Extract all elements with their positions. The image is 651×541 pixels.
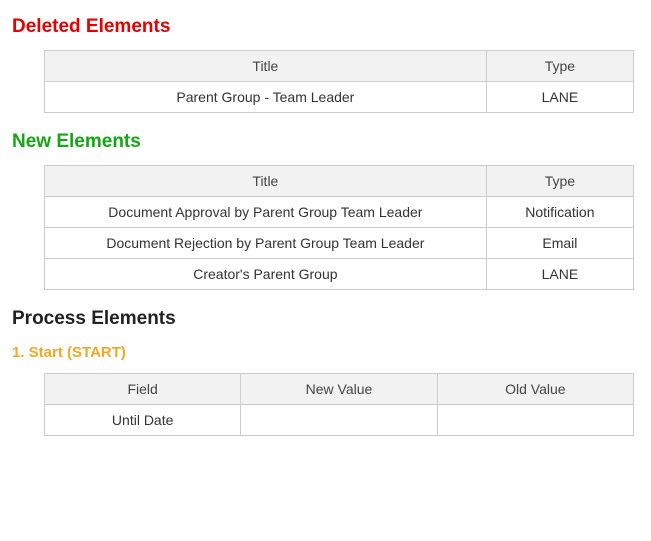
deleted-elements-table: Title Type Parent Group - Team Leader LA…	[44, 50, 634, 113]
table-row: Document Approval by Parent Group Team L…	[45, 197, 634, 228]
col-header-title: Title	[45, 166, 487, 197]
start-subheading: 1. Start (START)	[12, 344, 639, 361]
col-header-type: Type	[486, 166, 633, 197]
cell-type: Email	[486, 228, 633, 259]
cell-oldvalue	[437, 405, 633, 436]
cell-title: Document Rejection by Parent Group Team …	[45, 228, 487, 259]
cell-type: LANE	[486, 82, 633, 113]
col-header-oldvalue: Old Value	[437, 374, 633, 405]
cell-title: Document Approval by Parent Group Team L…	[45, 197, 487, 228]
deleted-elements-heading: Deleted Elements	[12, 16, 639, 38]
new-table-wrap: Title Type Document Approval by Parent G…	[12, 165, 639, 290]
cell-type: LANE	[486, 259, 633, 290]
new-elements-heading: New Elements	[12, 131, 639, 153]
col-header-newvalue: New Value	[241, 374, 437, 405]
col-header-field: Field	[45, 374, 241, 405]
cell-type: Notification	[486, 197, 633, 228]
table-row: Creator's Parent Group LANE	[45, 259, 634, 290]
cell-field: Until Date	[45, 405, 241, 436]
table-row: Document Rejection by Parent Group Team …	[45, 228, 634, 259]
cell-newvalue	[241, 405, 437, 436]
process-elements-heading: Process Elements	[12, 308, 639, 330]
col-header-title: Title	[45, 51, 487, 82]
cell-title: Creator's Parent Group	[45, 259, 487, 290]
cell-title: Parent Group - Team Leader	[45, 82, 487, 113]
table-row: Parent Group - Team Leader LANE	[45, 82, 634, 113]
process-elements-table: Field New Value Old Value Until Date	[44, 373, 634, 436]
process-table-wrap: Field New Value Old Value Until Date	[12, 373, 639, 436]
table-row: Until Date	[45, 405, 634, 436]
new-elements-table: Title Type Document Approval by Parent G…	[44, 165, 634, 290]
col-header-type: Type	[486, 51, 633, 82]
deleted-table-wrap: Title Type Parent Group - Team Leader LA…	[12, 50, 639, 113]
